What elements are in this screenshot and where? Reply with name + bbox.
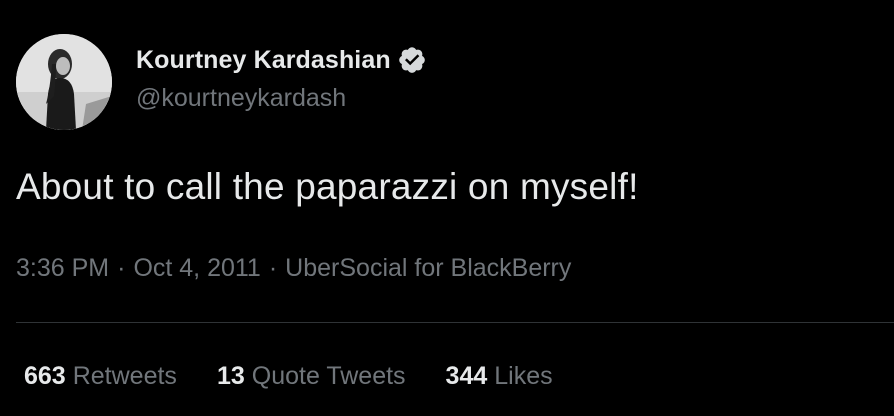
meta-separator: · <box>268 254 278 282</box>
tweet-source-link[interactable]: UberSocial for BlackBerry <box>285 254 571 283</box>
quote-tweets-count: 13 <box>216 362 245 390</box>
quote-tweets-label: Quote Tweets <box>251 362 406 390</box>
meta-separator: · <box>117 254 126 282</box>
verified-badge-icon <box>397 45 427 75</box>
tweet-text: About to call the paparazzi on myself! <box>16 166 639 207</box>
author-name-row: Kourtney Kardashian <box>136 42 427 78</box>
tweet-card: Kourtney Kardashian @kourtneykardash Abo… <box>0 0 894 416</box>
retweets-label: Retweets <box>72 362 177 390</box>
avatar[interactable] <box>16 34 112 130</box>
divider <box>16 322 894 323</box>
quote-tweets-stat[interactable]: 13 Quote Tweets <box>217 362 406 391</box>
profile-photo <box>16 34 112 130</box>
tweet-time[interactable]: 3:36 PM <box>16 254 109 283</box>
tweet-meta: 3:36 PM · Oct 4, 2011 · UberSocial for B… <box>16 254 571 283</box>
tweet-stats: 663 Retweets 13 Quote Tweets 344 Likes <box>24 362 593 391</box>
retweets-stat[interactable]: 663 Retweets <box>24 362 177 391</box>
retweets-count: 663 <box>24 362 66 390</box>
tweet-date[interactable]: Oct 4, 2011 <box>133 254 260 283</box>
author-display-name[interactable]: Kourtney Kardashian <box>136 46 391 75</box>
likes-count: 344 <box>445 362 488 390</box>
likes-label: Likes <box>494 362 553 390</box>
author-handle[interactable]: @kourtneykardash <box>136 84 346 113</box>
likes-stat[interactable]: 344 Likes <box>446 362 553 391</box>
